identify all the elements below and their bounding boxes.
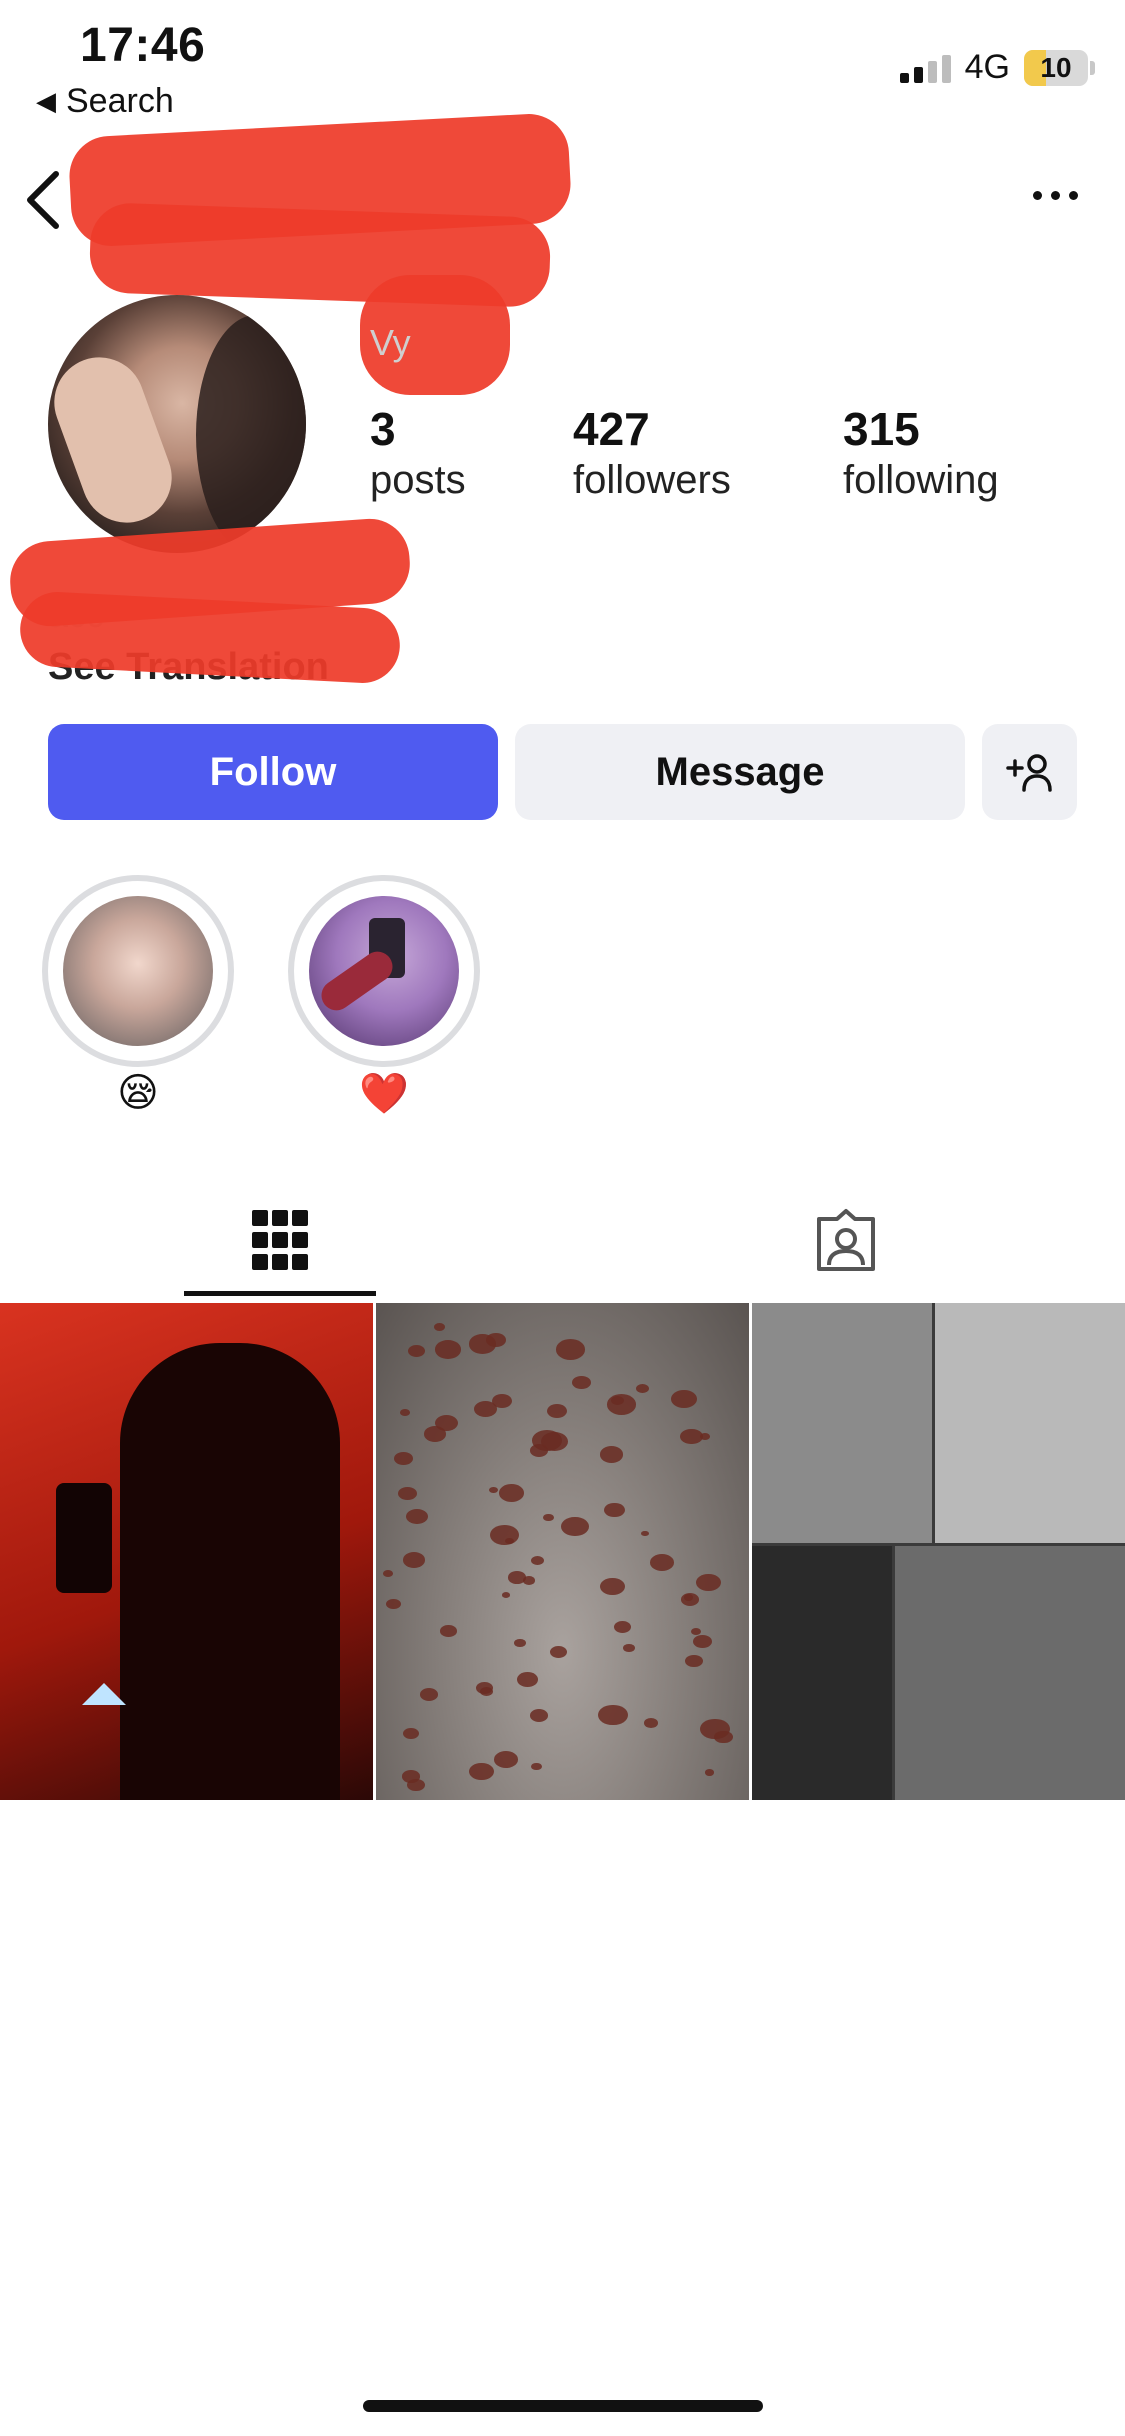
back-triangle-icon: ◀ <box>36 86 56 116</box>
suggested-users-button[interactable] <box>982 724 1077 820</box>
followers-count[interactable]: 427 <box>573 402 650 456</box>
post-thumbnail[interactable] <box>752 1303 1125 1800</box>
message-button[interactable]: Message <box>515 724 965 820</box>
following-label[interactable]: following <box>843 458 999 503</box>
highlight-cover <box>63 896 213 1046</box>
post-thumbnail[interactable] <box>376 1303 749 1800</box>
cellular-signal-icon <box>899 53 951 83</box>
home-indicator[interactable] <box>363 2400 763 2412</box>
following-count[interactable]: 315 <box>843 402 920 456</box>
profile-display-name: Vy <box>370 322 411 363</box>
battery-percent: 10 <box>1040 51 1072 83</box>
highlight-cover <box>309 896 459 1046</box>
status-indicators: 4G 10 <box>899 48 1095 87</box>
network-type: 4G <box>964 48 1010 86</box>
chevron-left-icon <box>27 171 59 229</box>
status-time: 17:46 <box>80 19 206 72</box>
profile-avatar[interactable] <box>48 295 306 553</box>
story-highlight[interactable] <box>288 875 480 1067</box>
followers-label[interactable]: followers <box>573 458 731 503</box>
post-thumbnail[interactable] <box>0 1303 373 1800</box>
follow-button[interactable]: Follow <box>48 724 498 820</box>
highlight-caption: 😪 <box>117 1071 159 1115</box>
more-options-button[interactable] <box>1025 180 1085 210</box>
story-highlight[interactable] <box>42 875 234 1067</box>
back-button[interactable] <box>18 160 74 240</box>
tagged-icon <box>817 1209 875 1271</box>
highlight-caption: ❤️ <box>359 1072 409 1116</box>
back-to-search-link[interactable]: ◀ Search <box>36 82 174 121</box>
posts-count: 3 <box>370 403 396 455</box>
active-tab-indicator <box>184 1291 376 1296</box>
posts-label: posts <box>370 458 466 502</box>
tab-posts-grid[interactable] <box>184 1190 376 1290</box>
battery-icon: 10 <box>1024 49 1095 86</box>
back-app-label: Search <box>66 82 174 120</box>
grid-icon <box>252 1210 308 1270</box>
tab-tagged[interactable] <box>750 1190 942 1290</box>
add-user-icon <box>1005 754 1052 792</box>
